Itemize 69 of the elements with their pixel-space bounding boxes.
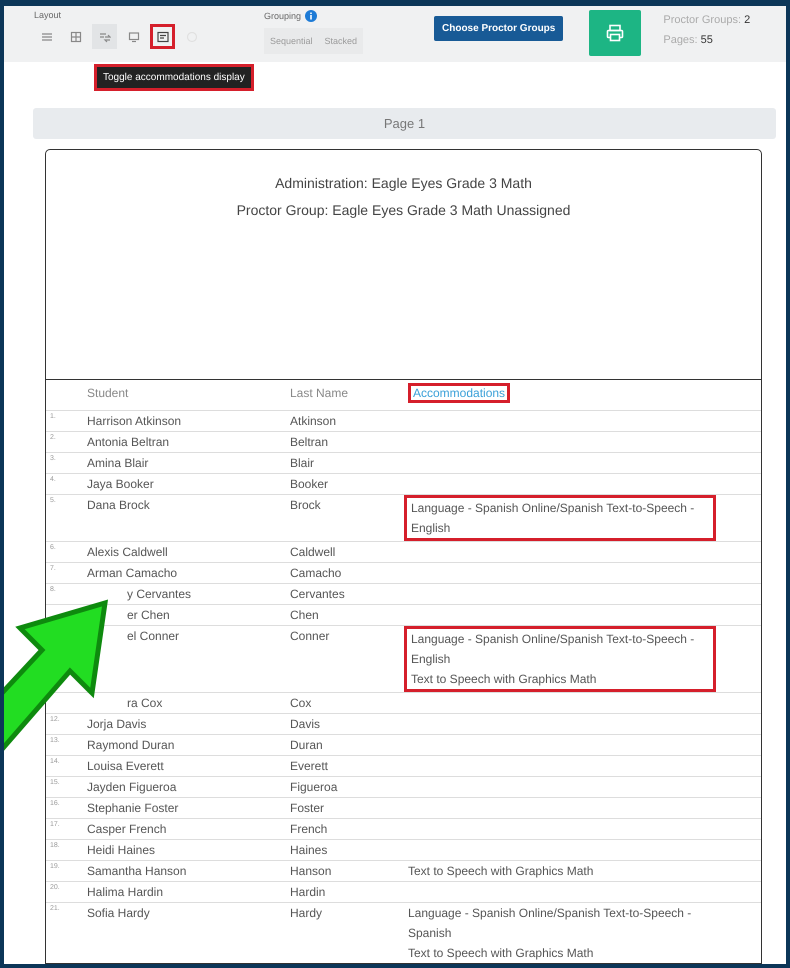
table-cell: Hardin — [290, 885, 326, 899]
choose-proctor-groups-button[interactable]: Choose Proctor Groups — [434, 16, 564, 41]
table-cell: Jorja Davis — [87, 717, 146, 731]
info-icon[interactable] — [305, 10, 318, 22]
table-cell: er Chen — [127, 608, 170, 622]
column-header[interactable]: Student — [87, 386, 128, 400]
list-icon — [40, 30, 52, 42]
grouping-label: Grouping — [264, 11, 302, 21]
table-cell: Arman Camacho — [87, 566, 178, 580]
table-cell: Brock — [290, 498, 321, 512]
table-cell: Haines — [290, 843, 328, 857]
table-cell: Cervantes — [290, 587, 345, 601]
table-cell: Blair — [290, 456, 314, 470]
table-cell: ra Cox — [127, 696, 162, 710]
table-cell: Dana Brock — [87, 498, 150, 512]
column-header[interactable]: Accommodations — [408, 383, 510, 403]
header-line: Proctor Group: Eagle Eyes Grade 3 Math Unassigned — [236, 201, 572, 220]
table-cell: Figueroa — [290, 780, 338, 794]
table-cell: Beltran — [290, 435, 328, 449]
table-cell: Hanson — [290, 864, 332, 878]
proctor-groups-count: 2 — [744, 14, 750, 26]
table-cell: Amina Blair — [87, 456, 148, 470]
table-cell: Louisa Everett — [87, 759, 164, 773]
table-cell: Atkinson — [290, 414, 336, 428]
printer-icon — [606, 24, 624, 42]
table-cell: Sofia Hardy — [87, 906, 150, 920]
table-cell: Everett — [290, 759, 328, 773]
table-cell: Alexis Caldwell — [87, 545, 168, 559]
table-cell: Foster — [290, 801, 324, 815]
column-header[interactable]: Last Name — [290, 386, 348, 400]
table-cell: Conner — [290, 629, 330, 643]
table-cell: Stephanie Foster — [87, 801, 178, 815]
table-cell: Harrison Atkinson — [87, 414, 182, 428]
proctor-groups-label: Proctor Groups: — [663, 14, 741, 26]
table-cell: y Cervantes — [127, 587, 192, 601]
sort-icon — [98, 30, 110, 42]
header-line: Administration: Eagle Eyes Grade 3 Math — [274, 174, 533, 193]
table-cell: Halima Hardin — [87, 885, 164, 899]
monitor-icon — [128, 30, 140, 42]
accommodations-cell-text: Text to Speech with Graphics Math — [408, 863, 594, 880]
table-cell: Camacho — [290, 566, 342, 580]
table-cell: Jayden Figueroa — [87, 780, 176, 794]
table-cell: Casper French — [87, 822, 166, 836]
accommodations-cell: Language - Spanish Online/Spanish Text-to-Speech - English Text to Speech with Graphics Math — [404, 626, 716, 692]
pages-count: 55 — [700, 34, 713, 46]
table-cell: Davis — [290, 717, 320, 731]
accommodations-cell: Language - Spanish Online/Spanish Text-to-Speech - English — [404, 495, 716, 541]
table-cell: French — [290, 822, 328, 836]
table-cell: Caldwell — [290, 545, 336, 559]
accommodations-cell-text: Language - Spanish Online/Spanish Text-to-Speech - Spanish Text to Speech with Graphics Math — [408, 905, 692, 962]
table-cell: Jaya Booker — [87, 477, 154, 491]
card-icon — [156, 30, 168, 42]
table-cell: Booker — [290, 477, 328, 491]
table-cell: Samantha Hanson — [87, 864, 186, 878]
table-cell: Heidi Haines — [87, 843, 156, 857]
print-button[interactable] — [589, 10, 642, 56]
table-cell: Hardy — [290, 906, 322, 920]
table-cell: Chen — [290, 608, 319, 622]
layout-button[interactable] — [150, 24, 175, 49]
grid-icon — [70, 30, 82, 42]
table-cell: Cox — [290, 696, 312, 710]
table-cell: Antonia Beltran — [87, 435, 170, 449]
page-title-bar: Page 1 — [33, 108, 776, 139]
tooltip: Toggle accommodations display — [94, 64, 254, 91]
pages-label: Pages: — [663, 34, 698, 46]
table-cell: Duran — [290, 738, 323, 752]
table-cell: Raymond Duran — [87, 738, 174, 752]
layout-label: Layout — [34, 10, 62, 20]
table-cell: el Conner — [127, 629, 180, 643]
